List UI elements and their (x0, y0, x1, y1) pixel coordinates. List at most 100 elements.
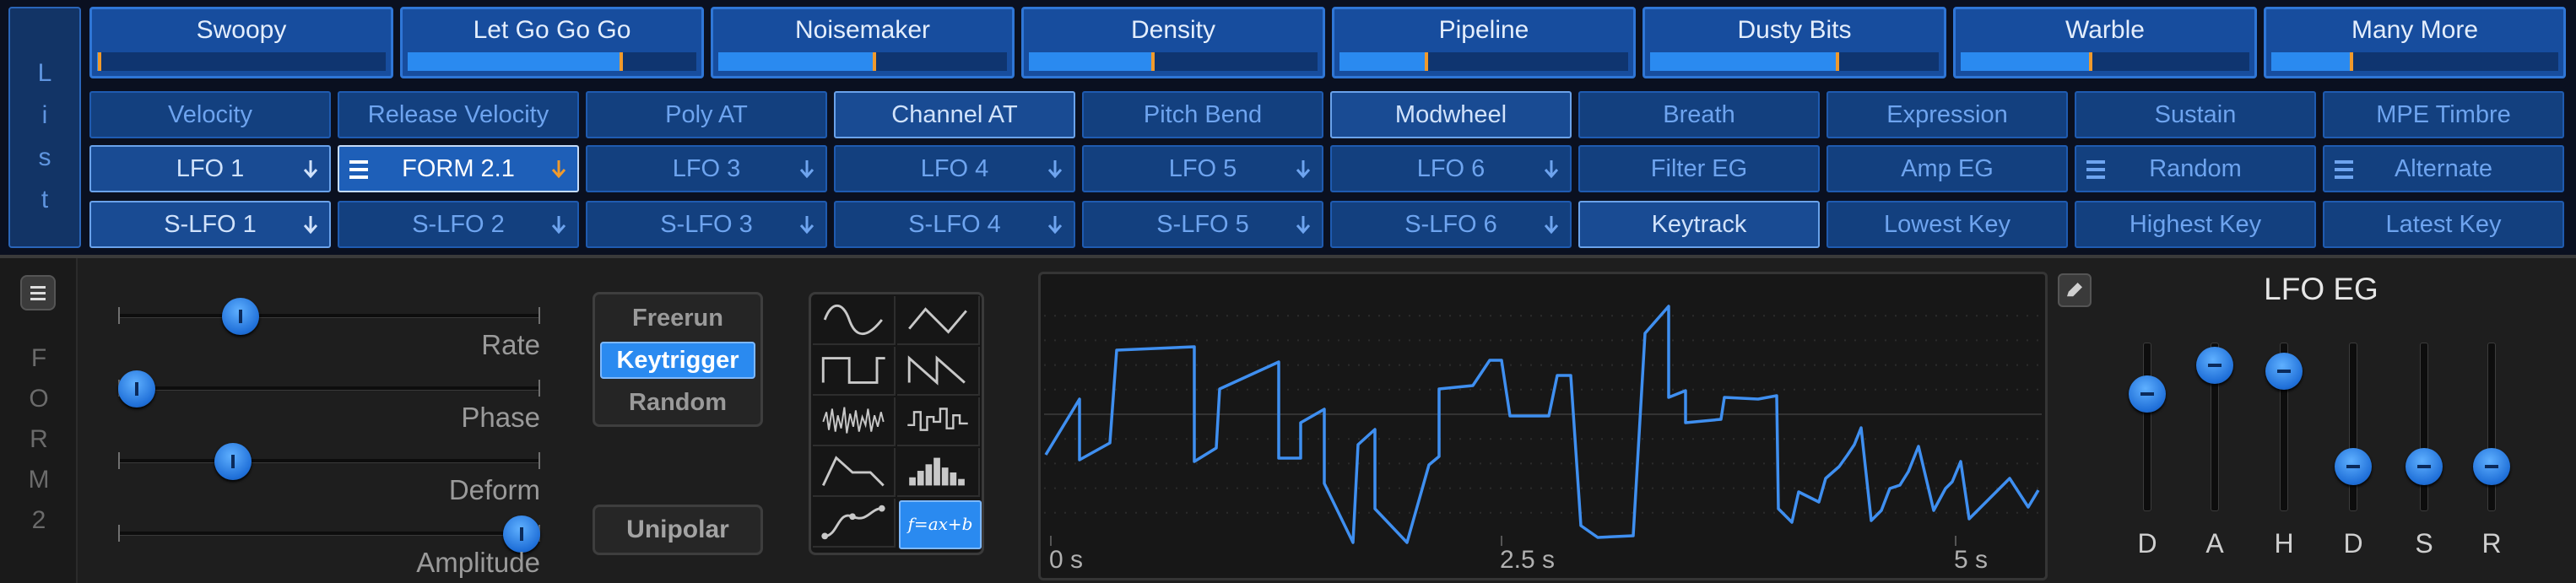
step-sequence-icon[interactable] (897, 448, 980, 497)
mod-source-s-lfo-3[interactable]: S-LFO 3 (586, 201, 827, 248)
arrow-down-icon (1544, 216, 1559, 235)
drag-arrow[interactable] (302, 214, 319, 236)
rate-slider[interactable]: Rate (118, 292, 540, 360)
triangle-wave-icon[interactable] (897, 296, 980, 345)
square-wave-icon[interactable] (813, 347, 896, 396)
macro-knob[interactable]: Swoopy (89, 7, 393, 78)
fader-handle[interactable] (2406, 447, 2443, 485)
mod-source-s-lfo-1[interactable]: S-LFO 1 (89, 201, 331, 248)
unipolar-button[interactable]: Unipolar (593, 505, 763, 555)
mod-source-filter-eg[interactable]: Filter EG (1578, 145, 1820, 192)
mod-source-lfo-4[interactable]: LFO 4 (834, 145, 1075, 192)
mod-source-label: LFO 3 (672, 155, 741, 182)
envelope-fader-3[interactable]: D (2328, 343, 2378, 570)
macro-knob[interactable]: Warble (1953, 7, 2257, 78)
drag-arrow[interactable] (550, 214, 567, 236)
fader-handle[interactable] (2129, 375, 2166, 413)
fader-handle[interactable] (2335, 447, 2372, 485)
mod-source-alternate[interactable]: Alternate (2323, 145, 2564, 192)
device-menu-button[interactable] (20, 275, 56, 310)
envelope-fader-1[interactable]: A (2189, 343, 2240, 570)
sample-hold-wave-icon[interactable] (897, 397, 980, 446)
macro-label: Warble (2065, 16, 2145, 44)
mod-source-s-lfo-4[interactable]: S-LFO 4 (834, 201, 1075, 248)
drag-arrow[interactable] (302, 159, 319, 181)
mod-source-modwheel[interactable]: Modwheel (1330, 91, 1572, 138)
macro-knob[interactable]: Many More (2264, 7, 2566, 78)
envelope-fader-4[interactable]: S (2399, 343, 2449, 570)
mode-keytrigger[interactable]: Keytrigger (600, 342, 755, 379)
envelope-fader-0[interactable]: D (2122, 343, 2173, 570)
macro-track (408, 52, 696, 71)
mod-source-latest-key[interactable]: Latest Key (2323, 201, 2564, 248)
drag-arrow[interactable] (1047, 214, 1063, 236)
mod-source-expression[interactable]: Expression (1826, 91, 2068, 138)
mod-source-poly-at[interactable]: Poly AT (586, 91, 827, 138)
list-button[interactable]: L i s t (8, 7, 81, 248)
drag-arrow[interactable] (1295, 214, 1312, 236)
mod-source-random[interactable]: Random (2075, 145, 2316, 192)
macro-knob[interactable]: Noisemaker (711, 7, 1015, 78)
sine-wave-icon[interactable] (813, 296, 896, 345)
fader-label: S (2415, 528, 2433, 559)
noise-wave-icon[interactable] (813, 397, 896, 446)
drag-arrow[interactable] (1047, 159, 1063, 181)
mod-source-s-lfo-2[interactable]: S-LFO 2 (338, 201, 579, 248)
mod-source-keytrack[interactable]: Keytrack (1578, 201, 1820, 248)
device-name-letter: O (29, 385, 49, 413)
mod-source-lfo-3[interactable]: LFO 3 (586, 145, 827, 192)
mod-source-breath[interactable]: Breath (1578, 91, 1820, 138)
phase-slider[interactable]: Phase (118, 364, 540, 433)
macro-knob[interactable]: Let Go Go Go (400, 7, 704, 78)
fader-handle[interactable] (2473, 447, 2510, 485)
macro-label: Swoopy (196, 16, 287, 44)
list-letter: t (41, 186, 49, 213)
mod-source-lowest-key[interactable]: Lowest Key (1826, 201, 2068, 248)
mod-source-amp-eg[interactable]: Amp EG (1826, 145, 2068, 192)
mod-source-form-2-1[interactable]: FORM 2.1 (338, 145, 579, 192)
drag-arrow[interactable] (550, 159, 567, 181)
macro-knob[interactable]: Dusty Bits (1642, 7, 1946, 78)
fader-label: R (2481, 528, 2502, 559)
mod-source-s-lfo-6[interactable]: S-LFO 6 (1330, 201, 1572, 248)
mod-source-sustain[interactable]: Sustain (2075, 91, 2316, 138)
mod-source-lfo-5[interactable]: LFO 5 (1082, 145, 1323, 192)
slider-handle[interactable] (222, 298, 260, 335)
edit-pencil-button[interactable] (2058, 273, 2092, 307)
macro-label: Noisemaker (794, 16, 931, 44)
drag-arrow[interactable] (1543, 214, 1560, 236)
envelope-fader-2[interactable]: H (2259, 343, 2309, 570)
drag-arrow[interactable] (1295, 159, 1312, 181)
curve-shape-icon[interactable] (813, 499, 896, 548)
mode-freerun[interactable]: Freerun (600, 300, 755, 337)
mod-source-highest-key[interactable]: Highest Key (2075, 201, 2316, 248)
macro-knob[interactable]: Density (1021, 7, 1325, 78)
formula-icon[interactable]: f=ax+b (899, 500, 982, 549)
envelope-fader-5[interactable]: R (2466, 343, 2517, 570)
mod-source-pitch-bend[interactable]: Pitch Bend (1082, 91, 1323, 138)
envelope-shape-icon[interactable] (813, 448, 896, 497)
amplitude-slider[interactable]: Amplitude (118, 510, 540, 578)
deform-slider[interactable]: Deform (118, 437, 540, 505)
macro-fill (718, 52, 874, 71)
mod-source-s-lfo-5[interactable]: S-LFO 5 (1082, 201, 1323, 248)
slider-handle[interactable] (214, 443, 252, 480)
mod-source-mpe-timbre[interactable]: MPE Timbre (2323, 91, 2564, 138)
list-letter: i (41, 101, 48, 129)
device-name-letter: M (28, 466, 50, 494)
mod-source-channel-at[interactable]: Channel AT (834, 91, 1075, 138)
sawtooth-wave-icon[interactable] (897, 347, 980, 396)
fader-handle[interactable] (2196, 346, 2233, 384)
mod-source-release-velocity[interactable]: Release Velocity (338, 91, 579, 138)
drag-arrow[interactable] (798, 159, 815, 181)
mod-source-lfo-6[interactable]: LFO 6 (1330, 145, 1572, 192)
drag-arrow[interactable] (1543, 159, 1560, 181)
mod-source-lfo-1[interactable]: LFO 1 (89, 145, 331, 192)
fader-handle[interactable] (2265, 353, 2303, 391)
slider-handle[interactable] (118, 370, 155, 408)
mod-source-label: LFO 5 (1168, 155, 1237, 182)
mode-random[interactable]: Random (600, 384, 755, 421)
mod-source-velocity[interactable]: Velocity (89, 91, 331, 138)
drag-arrow[interactable] (798, 214, 815, 236)
macro-knob[interactable]: Pipeline (1332, 7, 1636, 78)
